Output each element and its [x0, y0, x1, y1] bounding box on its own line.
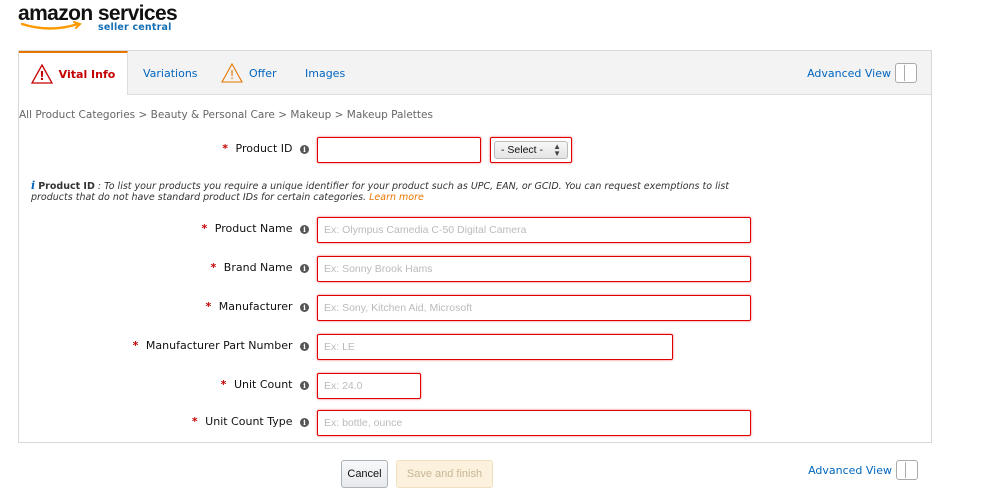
advanced-view-label: Advanced View [807, 66, 891, 80]
manufacturer-part-number-input[interactable]: Ex: LE [317, 334, 673, 360]
advanced-view-label: Advanced View [808, 463, 892, 477]
required-marker: * [191, 415, 198, 428]
cancel-button[interactable]: Cancel [341, 460, 388, 488]
help-title: Product ID [38, 181, 95, 192]
field-label: Brand Name [223, 261, 293, 274]
product-id-help: i Product ID : To list your products you… [31, 180, 771, 203]
info-icon[interactable]: i [300, 302, 309, 312]
amazon-smile-icon [20, 21, 82, 30]
brand-name-row: * Brand Name i Ex: Sonny Brook Hams [19, 256, 931, 282]
tab-label: Images [305, 66, 346, 80]
info-icon[interactable]: i [300, 380, 309, 390]
unit-count-row: * Unit Count i Ex: 24.0 [19, 373, 931, 399]
info-icon[interactable]: i [300, 341, 309, 351]
product-id-input[interactable] [317, 137, 481, 163]
info-icon[interactable]: i [300, 263, 309, 273]
brand-name-input[interactable]: Ex: Sonny Brook Hams [317, 256, 751, 282]
select-value: - Select - [501, 144, 544, 156]
tab-label: Offer [249, 66, 277, 80]
required-marker: * [210, 261, 217, 274]
learn-more-link[interactable]: Learn more [369, 192, 424, 203]
updown-arrows-icon: ▲ ▼ [553, 142, 561, 158]
required-marker: * [205, 300, 212, 313]
tab-vital-info[interactable]: ! Vital Info [19, 51, 128, 95]
advanced-view-toggle-bottom[interactable]: Advanced View [808, 460, 918, 480]
info-italic-icon: i [31, 179, 36, 192]
required-marker: * [132, 339, 139, 352]
toggle-switch[interactable] [895, 63, 917, 83]
advanced-view-toggle-top[interactable]: Advanced View [807, 63, 917, 83]
product-id-type-select[interactable]: - Select - ▲ ▼ [490, 137, 572, 163]
field-label: Product ID [235, 142, 293, 155]
field-label: Unit Count [233, 378, 293, 391]
toggle-switch[interactable] [896, 460, 918, 480]
amazon-services-logo: amazon services seller central [18, 2, 218, 38]
info-icon[interactable]: i [300, 224, 309, 234]
logo-subtitle: seller central [98, 22, 172, 33]
add-product-panel: ! Vital Info Variations ! Offer Images A… [18, 50, 932, 443]
tab-variations[interactable]: Variations [143, 51, 198, 95]
unit-count-input[interactable]: Ex: 24.0 [317, 373, 421, 399]
required-marker: * [222, 142, 229, 155]
tab-images[interactable]: Images [305, 51, 345, 95]
manufacturer-row: * Manufacturer i Ex: Sony, Kitchen Aid, … [19, 295, 931, 321]
breadcrumb: All Product Categories > Beauty & Person… [19, 109, 433, 121]
save-and-finish-button[interactable]: Save and finish [396, 460, 493, 488]
warning-icon: ! [30, 64, 53, 84]
product-id-row: * Product ID i - Select - ▲ ▼ [19, 137, 931, 163]
info-icon[interactable]: i [300, 417, 309, 427]
field-label: Manufacturer Part Number [145, 339, 293, 352]
manufacturer-input[interactable]: Ex: Sony, Kitchen Aid, Microsoft [317, 295, 751, 321]
tab-offer[interactable]: ! Offer [221, 51, 277, 95]
field-label: Product Name [214, 222, 293, 235]
field-label: Unit Count Type [205, 415, 293, 428]
product-name-input[interactable]: Ex: Olympus Camedia C-50 Digital Camera [317, 217, 751, 243]
svg-text:!: ! [39, 69, 44, 83]
unit-count-type-row: * Unit Count Type i Ex: bottle, ounce [19, 410, 931, 436]
unit-count-type-input[interactable]: Ex: bottle, ounce [317, 410, 751, 436]
tab-label: Variations [143, 66, 198, 80]
required-marker: * [220, 378, 227, 391]
tab-bar: ! Vital Info Variations ! Offer Images A… [19, 51, 931, 95]
required-marker: * [201, 222, 208, 235]
tab-label: Vital Info [58, 67, 116, 81]
product-name-row: * Product Name i Ex: Olympus Camedia C-5… [19, 217, 931, 243]
manufacturer-part-number-row: * Manufacturer Part Number i Ex: LE [19, 334, 931, 360]
svg-text:!: ! [230, 68, 235, 82]
info-icon[interactable]: i [300, 144, 309, 154]
warning-icon: ! [221, 63, 243, 83]
field-label: Manufacturer [218, 300, 293, 313]
